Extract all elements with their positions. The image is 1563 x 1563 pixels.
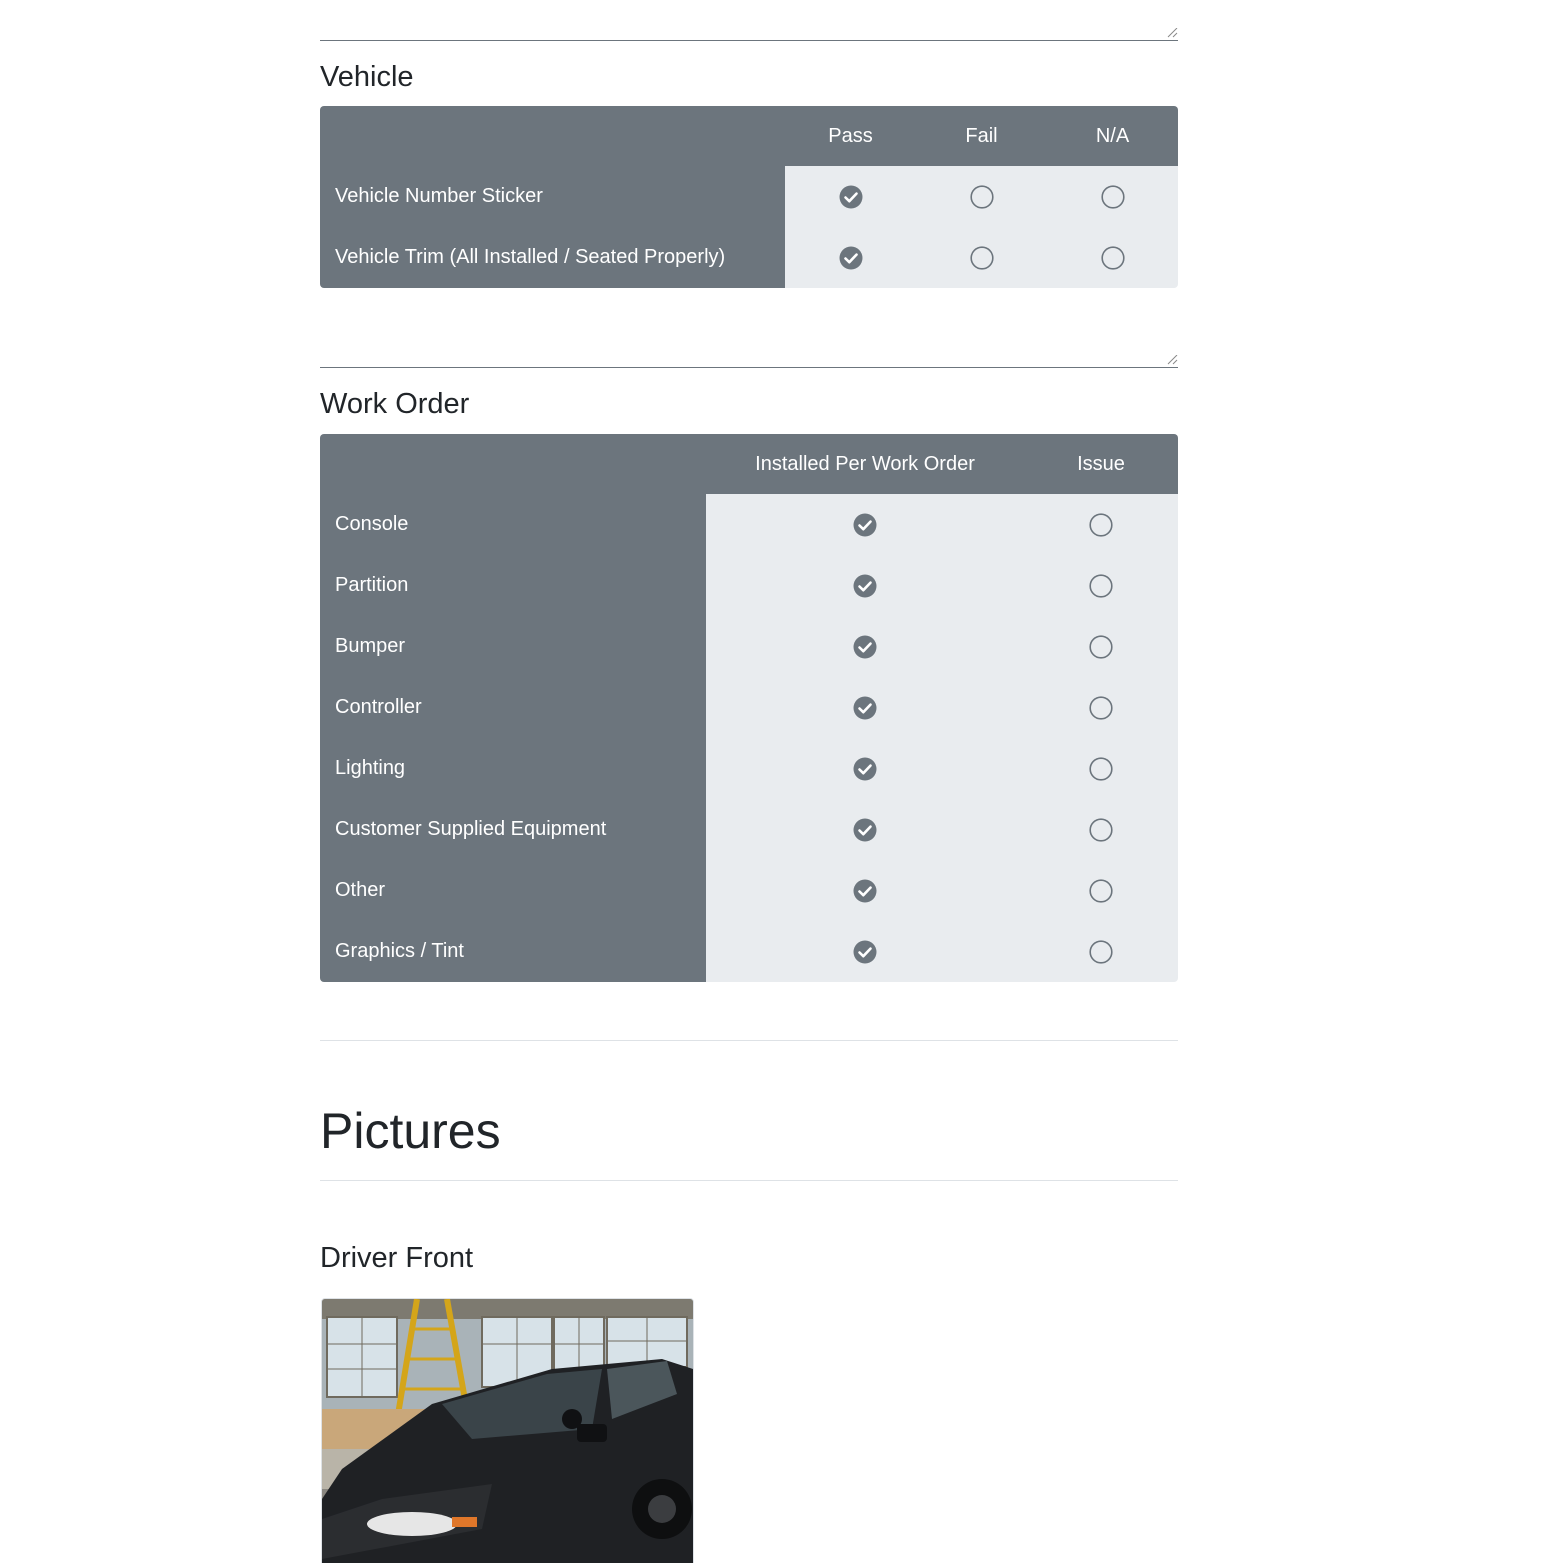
- radio-checked-icon[interactable]: [853, 635, 877, 659]
- option-cell: [1024, 616, 1178, 677]
- table-row: Controller: [320, 677, 1178, 738]
- option-cell: [706, 616, 1024, 677]
- option-cell: [1024, 799, 1178, 860]
- table-row: Customer Supplied Equipment: [320, 799, 1178, 860]
- notes-textarea-top[interactable]: [320, 0, 1178, 41]
- row-label-lighting: Lighting: [320, 738, 706, 799]
- option-cell: [1024, 494, 1178, 555]
- column-header-pass: Pass: [785, 106, 916, 166]
- radio-unchecked-icon[interactable]: [969, 184, 994, 209]
- row-label-graphics-tint: Graphics / Tint: [320, 921, 706, 982]
- vehicle-section-title: Vehicle: [320, 61, 414, 93]
- table-row: Partition: [320, 555, 1178, 616]
- row-label-controller: Controller: [320, 677, 706, 738]
- driver-front-photo[interactable]: [321, 1298, 694, 1563]
- column-header-installed: Installed Per Work Order: [706, 434, 1024, 494]
- radio-checked-icon[interactable]: [853, 696, 877, 720]
- option-cell: [706, 738, 1024, 799]
- table-row: Graphics / Tint: [320, 921, 1178, 982]
- radio-checked-icon[interactable]: [853, 574, 877, 598]
- option-cell: [706, 860, 1024, 921]
- row-label-vehicle-trim-all-installed-seated-properly: Vehicle Trim (All Installed / Seated Pro…: [320, 227, 785, 288]
- option-cell: [706, 555, 1024, 616]
- row-label-vehicle-number-sticker: Vehicle Number Sticker: [320, 166, 785, 227]
- radio-unchecked-icon[interactable]: [1089, 756, 1113, 781]
- table-row: Bumper: [320, 616, 1178, 677]
- option-cell: [1024, 921, 1178, 982]
- radio-checked-icon[interactable]: [839, 246, 863, 270]
- work-order-checklist-table: Installed Per Work Order Issue Console Pa…: [320, 434, 1178, 982]
- option-cell: [706, 799, 1024, 860]
- option-cell: [916, 227, 1047, 288]
- table-row: Vehicle Trim (All Installed / Seated Pro…: [320, 227, 1178, 288]
- option-cell: [706, 494, 1024, 555]
- work-order-header-blank: [320, 434, 706, 494]
- radio-unchecked-icon[interactable]: [1089, 878, 1113, 903]
- option-cell: [785, 227, 916, 288]
- radio-checked-icon[interactable]: [853, 818, 877, 842]
- radio-unchecked-icon[interactable]: [1089, 817, 1113, 842]
- option-cell: [1047, 227, 1178, 288]
- vehicle-table-header: Pass Fail N/A: [320, 106, 1178, 166]
- radio-unchecked-icon[interactable]: [1089, 634, 1113, 659]
- radio-unchecked-icon[interactable]: [1100, 245, 1125, 270]
- radio-checked-icon[interactable]: [853, 513, 877, 537]
- inspection-page: Vehicle Pass Fail N/A Vehicle Number Sti…: [0, 0, 1563, 1563]
- option-cell: [1024, 677, 1178, 738]
- radio-checked-icon[interactable]: [853, 757, 877, 781]
- table-row: Console: [320, 494, 1178, 555]
- vehicle-photo-icon: [322, 1299, 693, 1563]
- column-header-na: N/A: [1047, 106, 1178, 166]
- column-header-issue: Issue: [1024, 434, 1178, 494]
- option-cell: [785, 166, 916, 227]
- vehicle-header-blank: [320, 106, 785, 166]
- radio-checked-icon[interactable]: [839, 185, 863, 209]
- option-cell: [916, 166, 1047, 227]
- radio-unchecked-icon[interactable]: [1089, 573, 1113, 598]
- radio-unchecked-icon[interactable]: [1089, 939, 1113, 964]
- table-row: Lighting: [320, 738, 1178, 799]
- radio-unchecked-icon[interactable]: [1100, 184, 1125, 209]
- row-label-bumper: Bumper: [320, 616, 706, 677]
- row-label-console: Console: [320, 494, 706, 555]
- vehicle-checklist-table: Pass Fail N/A Vehicle Number Sticker Vehi…: [320, 106, 1178, 288]
- picture-label-driver-front: Driver Front: [320, 1242, 474, 1274]
- radio-checked-icon[interactable]: [853, 940, 877, 964]
- radio-checked-icon[interactable]: [853, 879, 877, 903]
- vehicle-notes-textarea[interactable]: [320, 326, 1178, 368]
- row-label-other: Other: [320, 860, 706, 921]
- option-cell: [706, 677, 1024, 738]
- radio-unchecked-icon[interactable]: [1089, 695, 1113, 720]
- pictures-title: Pictures: [320, 1103, 501, 1159]
- work-order-section-title: Work Order: [320, 388, 470, 420]
- option-cell: [1024, 860, 1178, 921]
- resize-handle-icon[interactable]: [1166, 28, 1178, 38]
- table-row: Other: [320, 860, 1178, 921]
- row-label-partition: Partition: [320, 555, 706, 616]
- section-divider: [320, 1040, 1178, 1041]
- radio-unchecked-icon[interactable]: [969, 245, 994, 270]
- option-cell: [1047, 166, 1178, 227]
- pictures-divider: [320, 1180, 1178, 1181]
- column-header-fail: Fail: [916, 106, 1047, 166]
- work-order-table-header: Installed Per Work Order Issue: [320, 434, 1178, 494]
- radio-unchecked-icon[interactable]: [1089, 512, 1113, 537]
- resize-handle-icon[interactable]: [1166, 355, 1178, 365]
- row-label-customer-supplied-equipment: Customer Supplied Equipment: [320, 799, 706, 860]
- table-row: Vehicle Number Sticker: [320, 166, 1178, 227]
- option-cell: [1024, 555, 1178, 616]
- option-cell: [1024, 738, 1178, 799]
- option-cell: [706, 921, 1024, 982]
